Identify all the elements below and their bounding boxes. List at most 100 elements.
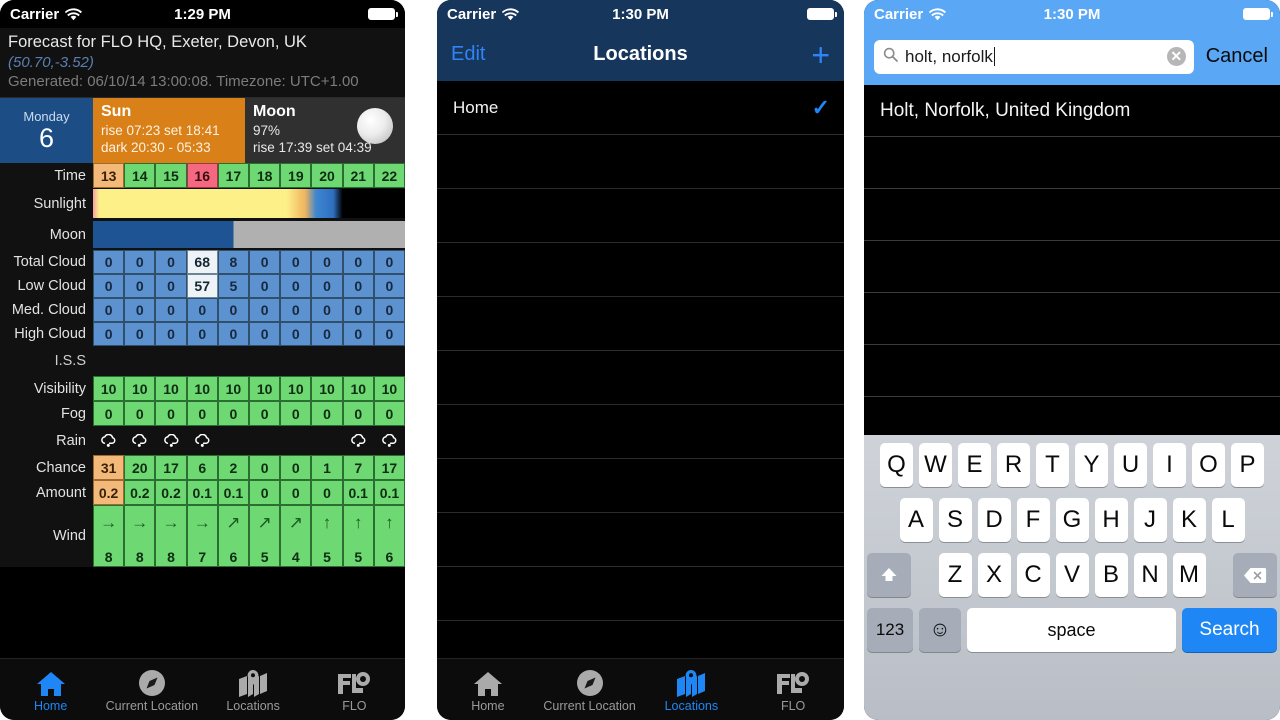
data-cell: 0 (93, 401, 125, 426)
space-key[interactable]: space (967, 608, 1176, 652)
key-q[interactable]: Q (880, 443, 913, 487)
list-item[interactable] (437, 243, 844, 297)
keyboard-search-key[interactable]: Search (1182, 608, 1277, 652)
search-result-item[interactable] (864, 189, 1280, 241)
clear-circle-icon[interactable]: ✕ (1166, 47, 1186, 66)
tab-flo[interactable]: FLO (742, 667, 844, 713)
data-cell: 8 (217, 250, 250, 274)
list-item[interactable] (437, 513, 844, 567)
wind-speed: 6 (385, 549, 394, 565)
time-cell: 14 (124, 163, 156, 188)
wind-direction-arrow-icon: ↑ (322, 513, 332, 532)
data-cell: 0 (186, 401, 218, 426)
key-l[interactable]: L (1211, 498, 1245, 542)
list-item[interactable] (437, 459, 844, 513)
key-t[interactable]: T (1036, 443, 1069, 487)
search-result-item[interactable] (864, 241, 1280, 293)
tab-flo[interactable]: FLO (304, 667, 405, 713)
shift-up-icon[interactable] (867, 553, 911, 597)
search-input[interactable]: holt, norfolk ✕ (874, 39, 1194, 74)
rain-cloud-icon (374, 426, 405, 455)
row-low-cloud: Low Cloud 0 0 0 57 5 0 0 0 0 0 (0, 274, 405, 298)
key-r[interactable]: R (997, 443, 1030, 487)
wind-direction-arrow-icon: ↑ (385, 513, 394, 532)
key-x[interactable]: X (977, 553, 1011, 597)
search-result-item[interactable] (864, 293, 1280, 345)
data-cell: 0 (93, 298, 125, 322)
key-s[interactable]: S (938, 498, 972, 542)
key-i[interactable]: I (1153, 443, 1186, 487)
add-location-button[interactable]: + (811, 39, 830, 71)
data-cell: 0 (280, 274, 312, 298)
key-m[interactable]: M (1172, 553, 1206, 597)
row-label-amount: Amount (36, 484, 86, 501)
key-d[interactable]: D (977, 498, 1011, 542)
row-sunlight: Sunlight (0, 188, 405, 219)
key-w[interactable]: W (919, 443, 952, 487)
key-o[interactable]: O (1192, 443, 1225, 487)
data-cell: 0.2 (124, 480, 156, 505)
key-n[interactable]: N (1133, 553, 1167, 597)
data-cell: 0 (280, 455, 312, 480)
key-k[interactable]: K (1172, 498, 1206, 542)
status-bar: Carrier 1:30 PM (437, 0, 844, 28)
search-result-item[interactable] (864, 137, 1280, 189)
key-b[interactable]: B (1094, 553, 1128, 597)
wind-speed: 8 (167, 549, 175, 565)
key-f[interactable]: F (1016, 498, 1050, 542)
list-item[interactable] (437, 135, 844, 189)
search-result-item[interactable]: Holt, Norfolk, United Kingdom (864, 85, 1280, 137)
list-item[interactable] (437, 405, 844, 459)
key-h[interactable]: H (1094, 498, 1128, 542)
row-label-sunlight: Sunlight (33, 195, 86, 212)
search-result-item[interactable] (864, 345, 1280, 397)
emoji-smiley-icon[interactable]: ☺ (919, 608, 961, 652)
home-icon (473, 667, 503, 697)
data-cell: 0 (342, 322, 374, 346)
numbers-key[interactable]: 123 (867, 608, 913, 652)
tab-locations[interactable]: Locations (641, 667, 743, 713)
row-label-total-cloud: Total Cloud (13, 254, 86, 270)
key-u[interactable]: U (1114, 443, 1147, 487)
list-item[interactable] (437, 189, 844, 243)
day-panel[interactable]: Monday 6 (0, 98, 93, 163)
list-item[interactable] (437, 297, 844, 351)
row-label-fog: Fog (61, 405, 86, 422)
forecast-coordinates: (50.70,-3.52) (8, 54, 94, 71)
fog-cells: 0000000000 (93, 401, 405, 426)
data-cell: 10 (155, 376, 187, 401)
data-cell: 0 (186, 322, 218, 346)
row-moon: Moon (0, 219, 405, 250)
key-a[interactable]: A (899, 498, 933, 542)
tab-locations[interactable]: Locations (203, 667, 304, 713)
key-y[interactable]: Y (1075, 443, 1108, 487)
forecast-title: Forecast for FLO HQ, Exeter, Devon, UK (8, 33, 307, 51)
list-item[interactable] (437, 351, 844, 405)
wind-direction-arrow-icon: ↑ (353, 513, 363, 532)
tab-home[interactable]: Home (437, 667, 539, 713)
forecast-grid: Time 13 14 15 16 17 18 19 20 21 22 Sunlight Moon … (0, 163, 405, 567)
key-c[interactable]: C (1016, 553, 1050, 597)
locations-list: Home ✓ (437, 81, 844, 621)
key-e[interactable]: E (958, 443, 991, 487)
key-z[interactable]: Z (938, 553, 972, 597)
wind-speed: 8 (104, 549, 113, 565)
key-v[interactable]: V (1055, 553, 1089, 597)
row-fog: Fog 0000000000 (0, 401, 405, 426)
tab-current-location[interactable]: Current Location (101, 667, 202, 713)
data-cell: 0 (311, 322, 343, 346)
forecast-generated: Generated: 06/10/14 13:00:08. Timezone: … (8, 73, 359, 90)
key-g[interactable]: G (1055, 498, 1089, 542)
backspace-icon[interactable] (1233, 553, 1277, 597)
data-cell: 68 (186, 250, 218, 274)
list-item[interactable]: Home ✓ (437, 81, 844, 135)
low-cloud-cells: 0 0 0 57 5 0 0 0 0 0 (93, 274, 405, 298)
tab-home[interactable]: Home (0, 667, 101, 713)
cancel-button[interactable]: Cancel (1202, 45, 1272, 68)
key-j[interactable]: J (1133, 498, 1167, 542)
key-p[interactable]: P (1231, 443, 1264, 487)
sun-rise-set: rise 07:23 set 18:41 (101, 123, 220, 138)
tab-current-location[interactable]: Current Location (539, 667, 641, 713)
list-item[interactable] (437, 567, 844, 621)
data-cell: 0 (373, 322, 405, 346)
